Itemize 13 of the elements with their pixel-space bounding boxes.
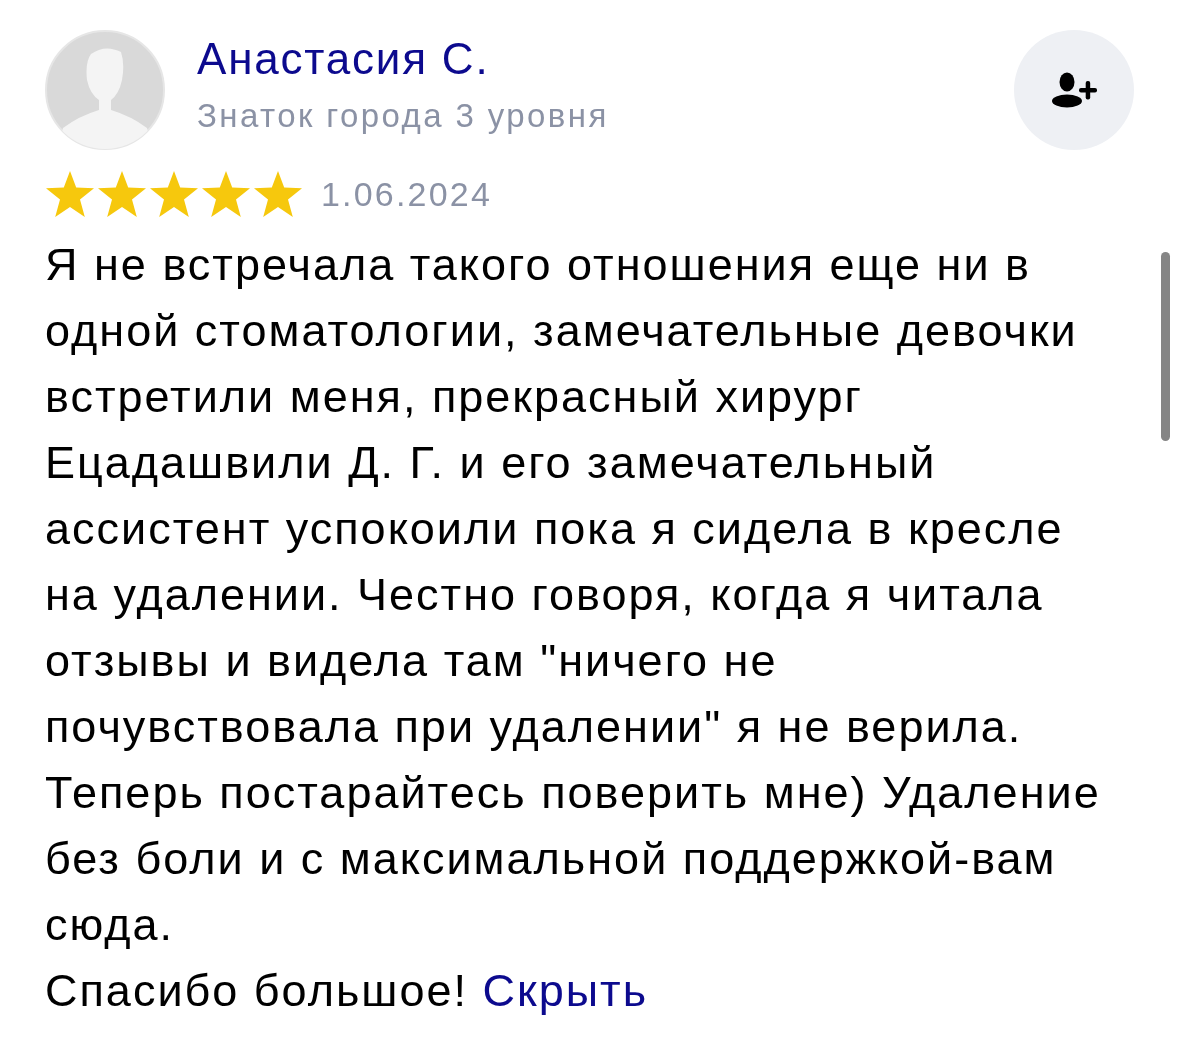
author-level: Знаток города 3 уровня [197,96,610,136]
closing-text: Спасибо большое! [45,965,468,1016]
star-icon [45,170,95,218]
review-date: 1.06.2024 [321,174,493,214]
star-icon [201,170,251,218]
star-icon [97,170,147,218]
star-icon [253,170,303,218]
author-name[interactable]: Анастасия С. [197,34,1014,84]
star-icon [149,170,199,218]
avatar-icon [45,30,165,150]
hide-link[interactable]: Скрыть [482,965,649,1016]
add-user-icon [1050,72,1098,108]
review-text: Я не встречала такого отношения еще ни в одной стоматологии, замечательные девочки встретили меня, прекрасный хирург Ецадашвили Д. Г. и его замечательный ассистент успокоили пока я сидела в кресле на удалении. Честно говоря, когда я читала отзывы и видела там "ничего не почувствовала при удалении" я не верила. Теперь постарайтесь поверить мне) Удаление без боли и с максимальной поддержкой-вам сюда. [45,238,1102,952]
